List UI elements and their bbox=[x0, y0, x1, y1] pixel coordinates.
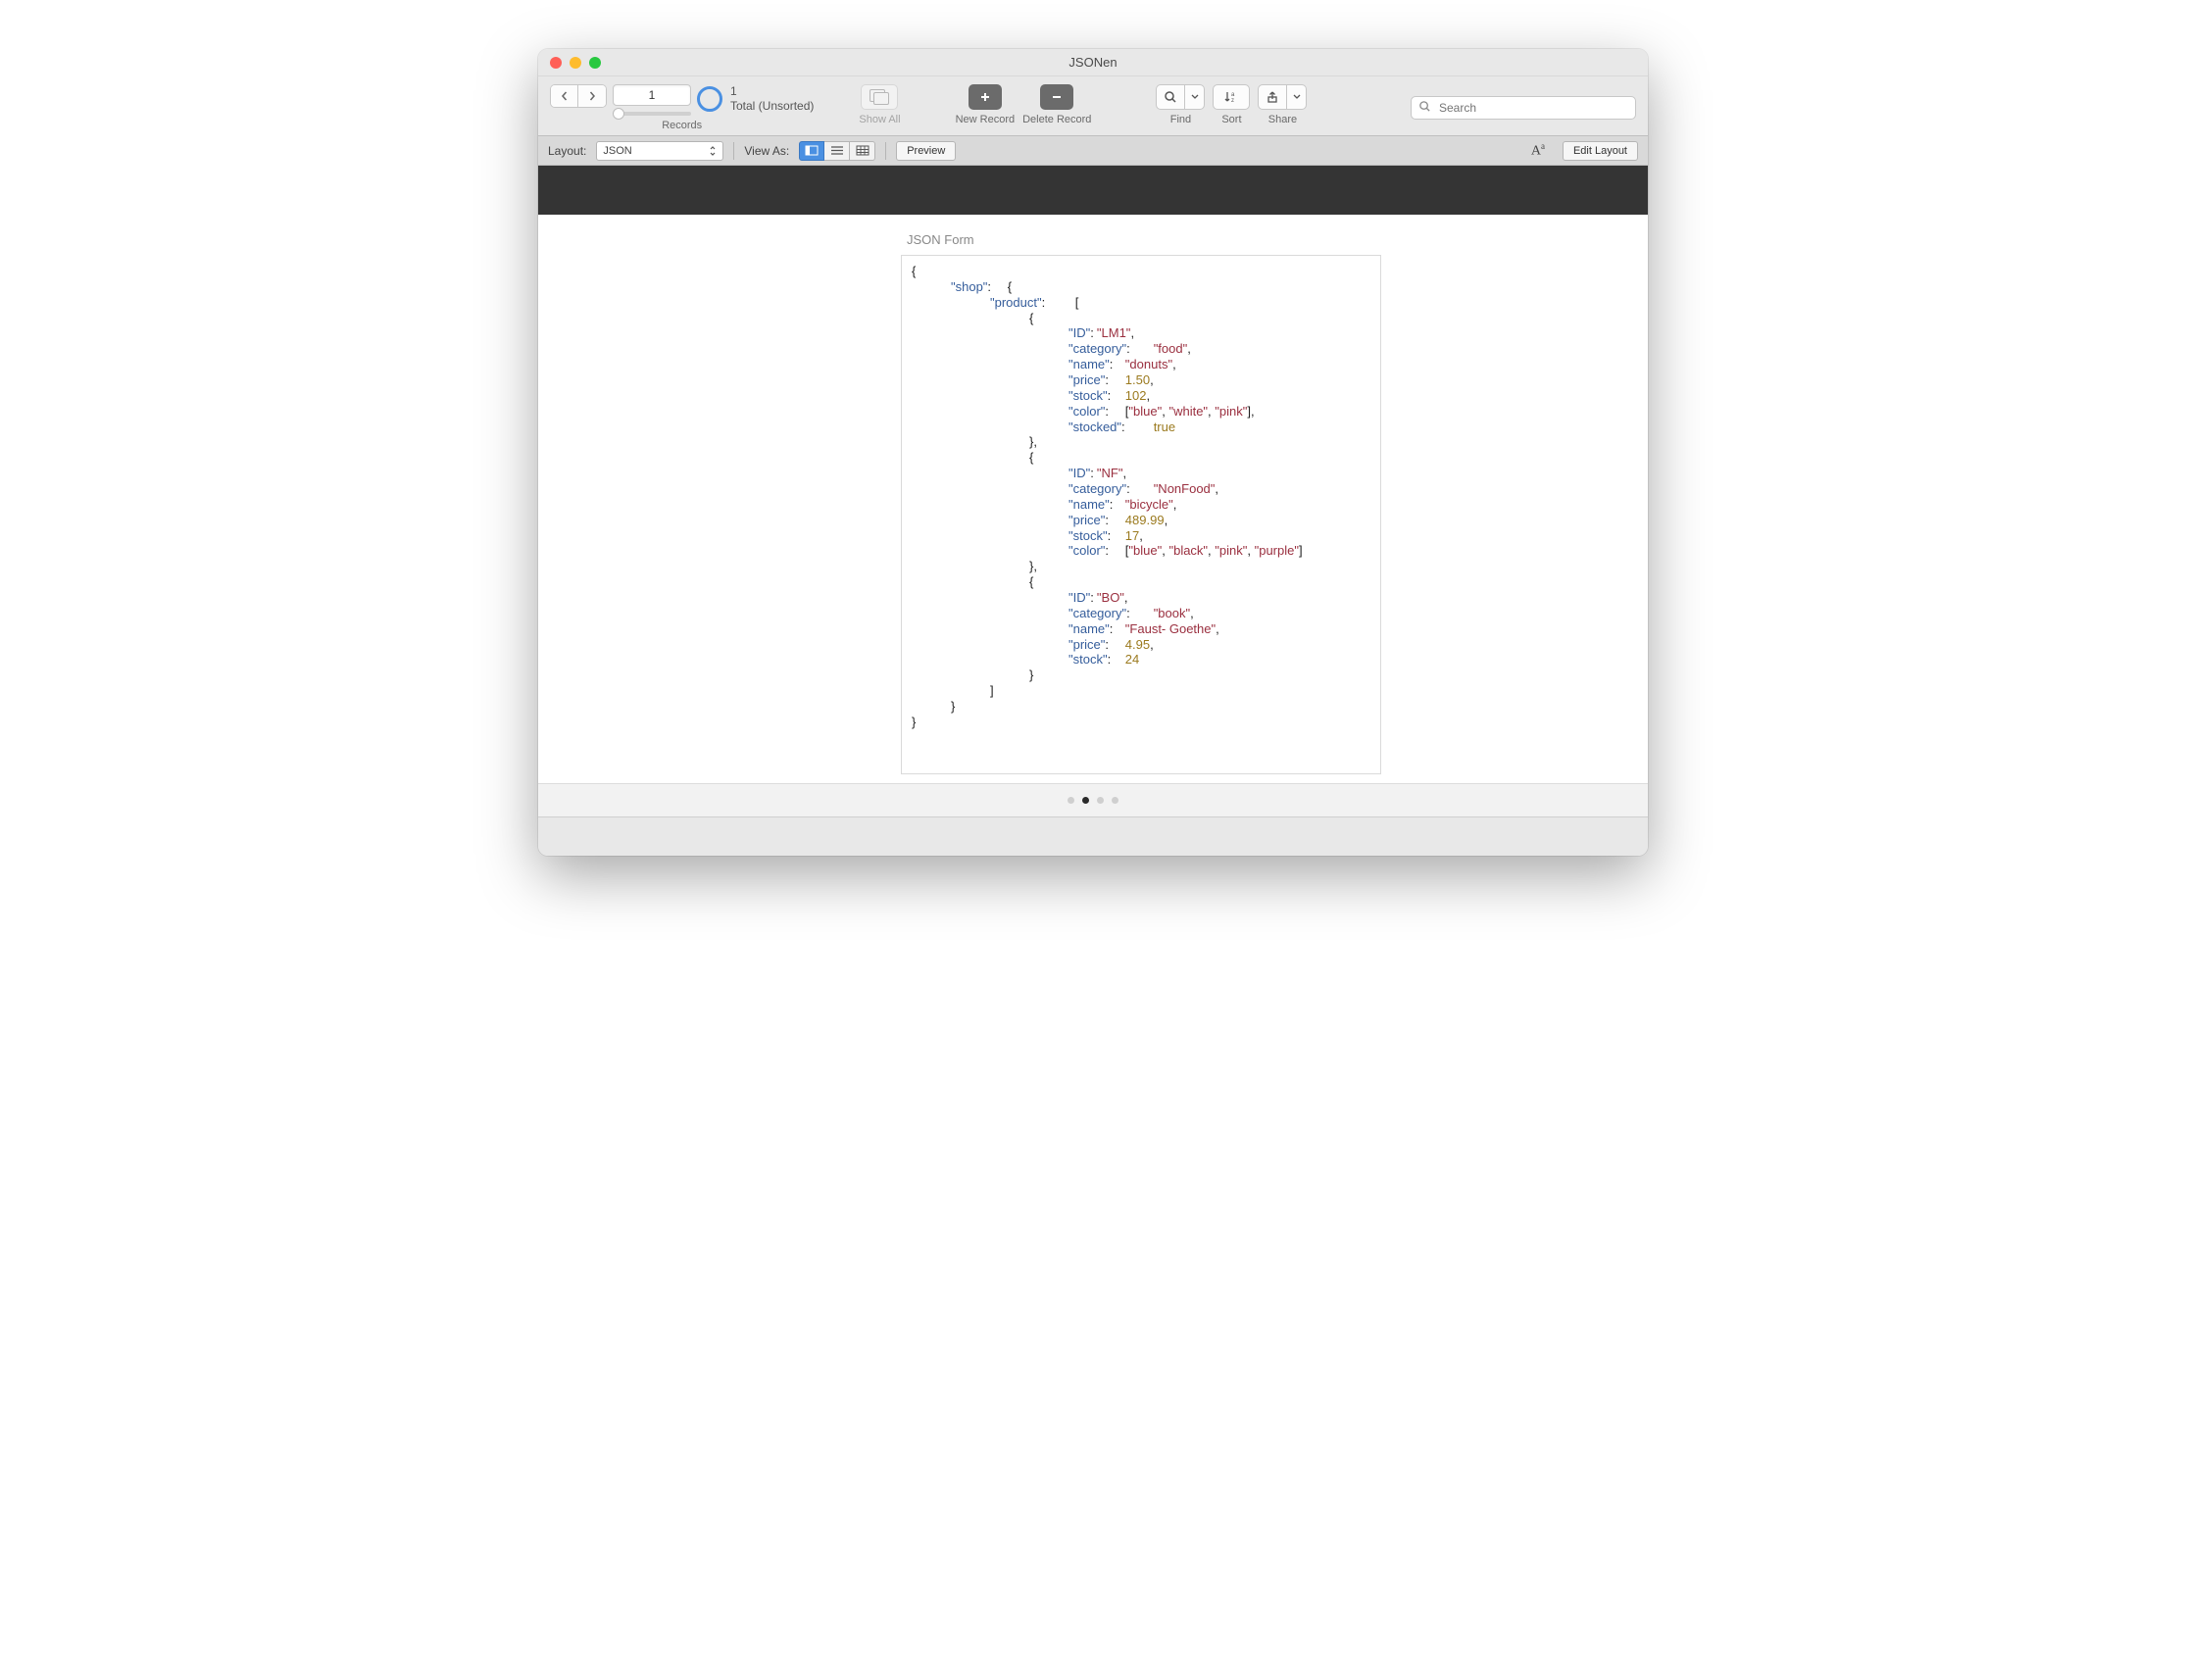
toolbar: 1 1 Total (Unsorted) Records Show All bbox=[538, 76, 1648, 136]
show-all-label: Show All bbox=[859, 114, 900, 125]
records-block: 1 bbox=[613, 84, 691, 116]
share-icon bbox=[1266, 90, 1279, 104]
app-window: JSONen 1 bbox=[538, 49, 1648, 856]
view-list-button[interactable] bbox=[824, 141, 850, 161]
table-view-icon bbox=[856, 145, 869, 156]
total-status: Total (Unsorted) bbox=[730, 99, 814, 114]
share-label: Share bbox=[1268, 114, 1297, 125]
stack-icon bbox=[869, 89, 889, 105]
view-form-button[interactable] bbox=[799, 141, 824, 161]
view-as-label: View As: bbox=[744, 144, 789, 158]
window-controls bbox=[550, 57, 601, 69]
record-slider[interactable] bbox=[613, 112, 691, 116]
search-group bbox=[1411, 96, 1636, 120]
record-number-field[interactable]: 1 bbox=[613, 84, 691, 106]
next-record-button[interactable] bbox=[578, 85, 606, 107]
share-menu-button[interactable] bbox=[1287, 84, 1307, 110]
status-bar bbox=[538, 816, 1648, 856]
share-button[interactable] bbox=[1258, 84, 1287, 110]
find-group: Find bbox=[1156, 84, 1205, 125]
list-view-icon bbox=[830, 145, 844, 156]
record-nav-segmented bbox=[550, 84, 607, 108]
divider bbox=[733, 142, 734, 160]
layout-select[interactable]: JSON bbox=[596, 141, 723, 161]
prev-record-button[interactable] bbox=[551, 85, 578, 107]
pager bbox=[538, 783, 1648, 816]
record-nav-group: 1 1 Total (Unsorted) Records bbox=[550, 84, 814, 131]
chevron-left-icon bbox=[560, 91, 570, 101]
find-button[interactable] bbox=[1156, 84, 1185, 110]
svg-text:z: z bbox=[1231, 98, 1234, 104]
content-area: JSON Form { "shop": { "product": [ { "ID… bbox=[538, 215, 1648, 783]
layout-label: Layout: bbox=[548, 144, 586, 158]
preview-button[interactable]: Preview bbox=[896, 141, 956, 161]
search-input[interactable] bbox=[1411, 96, 1636, 120]
sort-button[interactable]: a z bbox=[1213, 84, 1250, 110]
sort-group: a z Sort bbox=[1213, 84, 1250, 125]
minimize-window-button[interactable] bbox=[570, 57, 581, 69]
form-view-icon bbox=[805, 145, 819, 156]
chevron-right-icon bbox=[587, 91, 597, 101]
json-field[interactable]: { "shop": { "product": [ { "ID": "LM1", … bbox=[901, 255, 1381, 774]
pager-dot-1[interactable] bbox=[1068, 797, 1074, 804]
records-summary: 1 Total (Unsorted) bbox=[697, 84, 814, 114]
delete-record-group: Delete Record bbox=[1022, 84, 1091, 125]
show-all-group: Show All bbox=[859, 84, 900, 125]
divider bbox=[885, 142, 886, 160]
new-record-group: New Record bbox=[956, 84, 1016, 125]
delete-record-label: Delete Record bbox=[1022, 114, 1091, 125]
new-record-label: New Record bbox=[956, 114, 1016, 125]
slider-thumb-icon bbox=[613, 108, 624, 120]
search-icon bbox=[1418, 100, 1431, 113]
zoom-window-button[interactable] bbox=[589, 57, 601, 69]
find-menu-button[interactable] bbox=[1185, 84, 1205, 110]
form-title: JSON Form bbox=[907, 232, 1648, 247]
pie-chart-icon bbox=[697, 86, 722, 112]
chevron-down-icon bbox=[1191, 94, 1199, 100]
chevron-down-icon bbox=[1293, 94, 1301, 100]
magnifier-icon bbox=[1164, 90, 1177, 104]
window-title: JSONen bbox=[538, 55, 1648, 70]
pager-dot-3[interactable] bbox=[1097, 797, 1104, 804]
titlebar: JSONen bbox=[538, 49, 1648, 76]
sort-label: Sort bbox=[1221, 114, 1241, 125]
view-as-buttons bbox=[799, 141, 875, 161]
delete-record-button[interactable] bbox=[1040, 84, 1073, 110]
new-record-button[interactable] bbox=[969, 84, 1002, 110]
minus-icon bbox=[1051, 91, 1063, 103]
updown-icon bbox=[709, 146, 717, 156]
share-group: Share bbox=[1258, 84, 1307, 125]
plus-icon bbox=[979, 91, 991, 103]
pager-dot-2[interactable] bbox=[1082, 797, 1089, 804]
find-label: Find bbox=[1170, 114, 1191, 125]
edit-layout-button[interactable]: Edit Layout bbox=[1563, 141, 1638, 161]
close-window-button[interactable] bbox=[550, 57, 562, 69]
records-label: Records bbox=[662, 120, 702, 131]
total-count: 1 bbox=[730, 84, 814, 99]
show-all-button[interactable] bbox=[861, 84, 898, 110]
formatbar: Layout: JSON View As: Preview Aa Edit La… bbox=[538, 136, 1648, 166]
layout-header-bar bbox=[538, 166, 1648, 215]
view-table-button[interactable] bbox=[850, 141, 875, 161]
text-format-icon[interactable]: Aa bbox=[1531, 141, 1545, 160]
layout-value: JSON bbox=[603, 145, 631, 157]
sort-icon: a z bbox=[1223, 90, 1239, 104]
pager-dot-4[interactable] bbox=[1112, 797, 1118, 804]
